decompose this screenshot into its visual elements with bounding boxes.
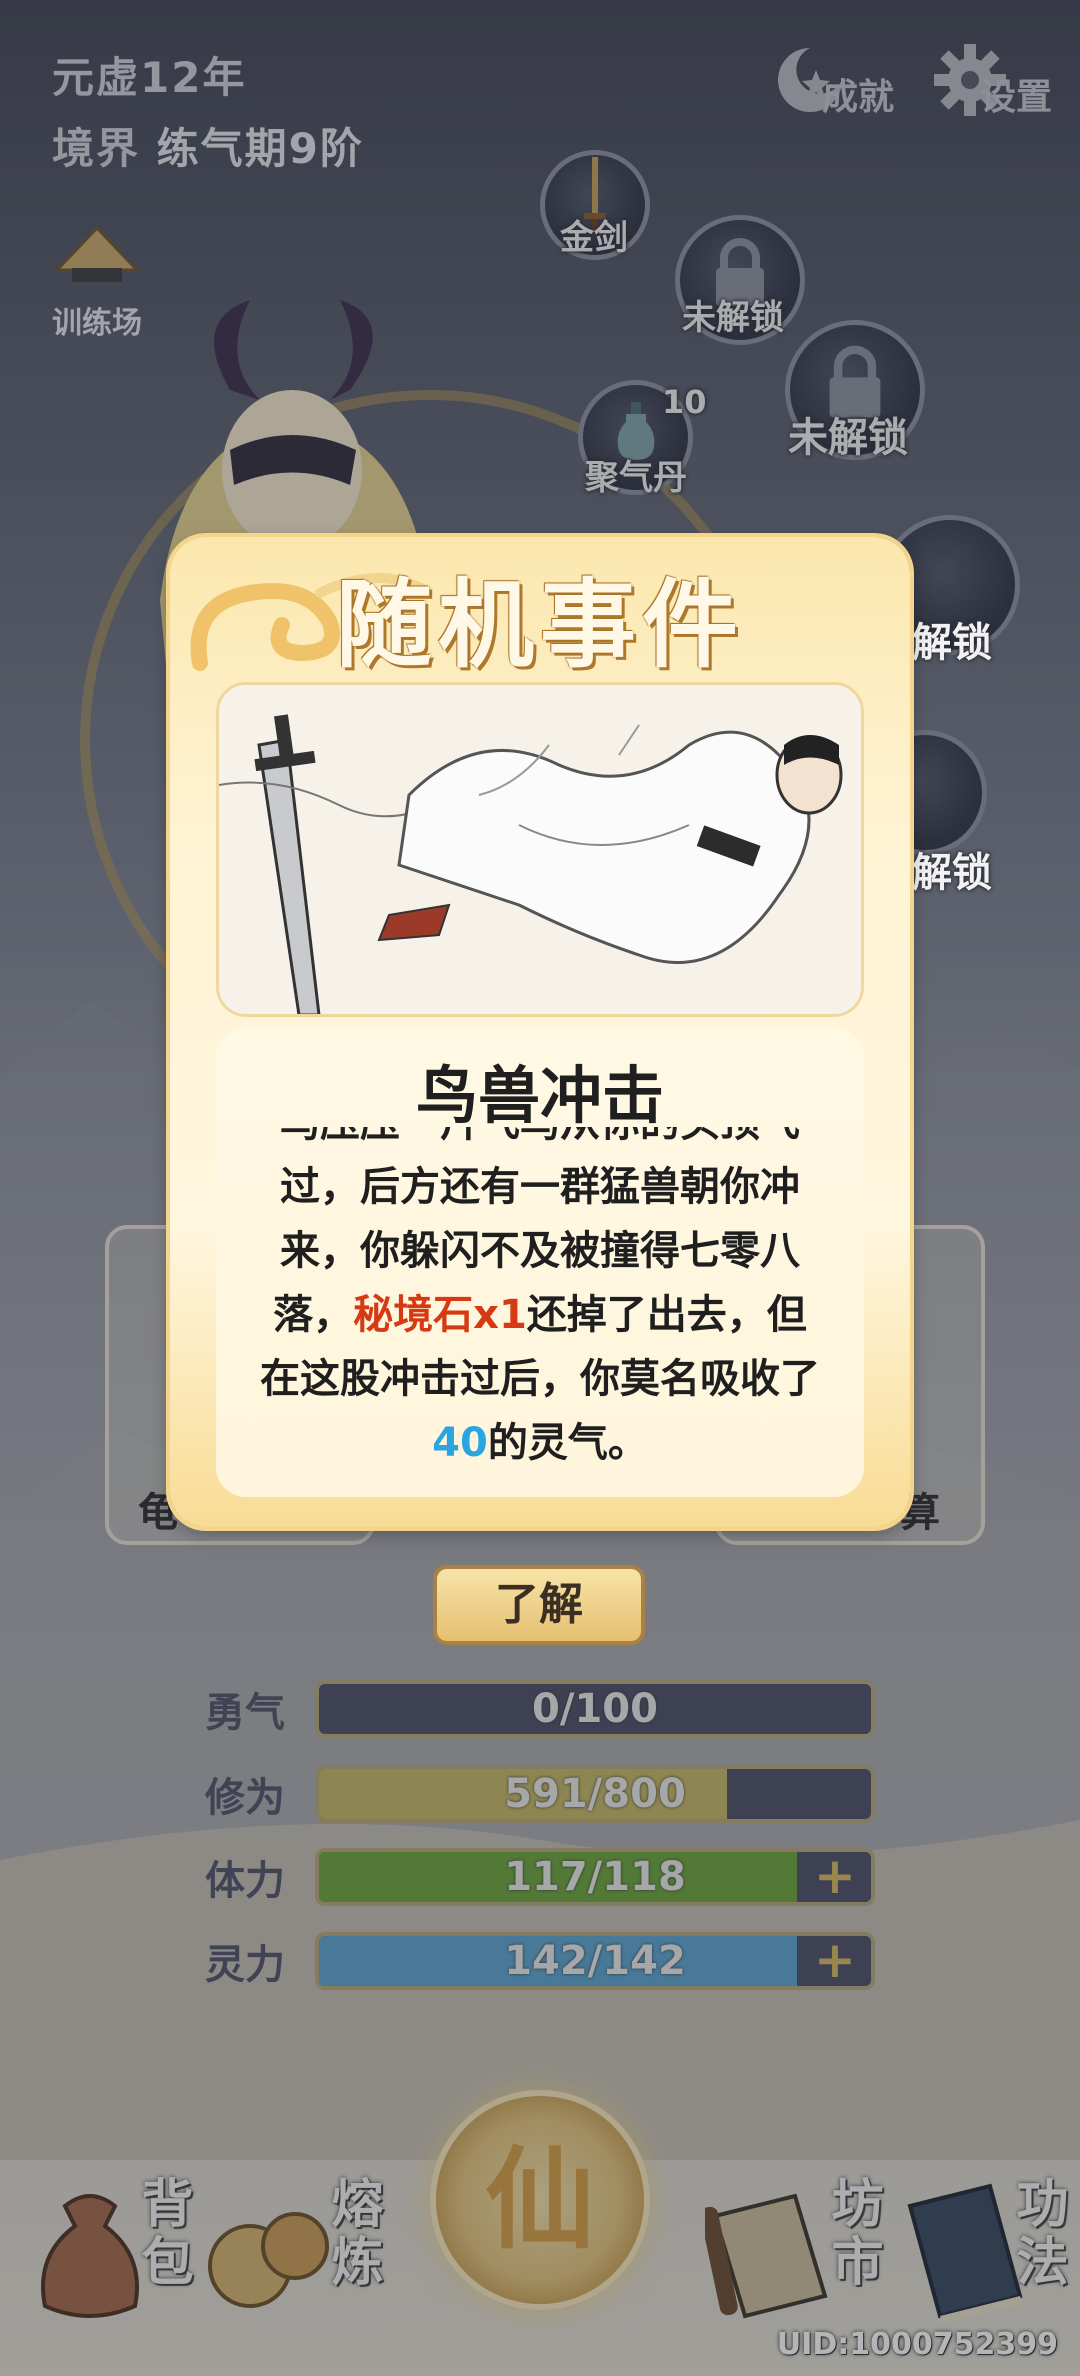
- confirm-button[interactable]: 了解: [433, 1565, 645, 1645]
- event-body-line-2: 来，你躲闪不及被撞得七零八: [280, 1228, 800, 1274]
- event-illustration: [216, 682, 864, 1017]
- random-event-dialog: 随机事件 鸟兽冲击 鸟压压一片飞鸟从你的头顶飞 过，后方还有一群猛兽朝你冲 来，…: [170, 537, 910, 1527]
- event-body-line-5: 40的灵气。: [238, 1411, 842, 1475]
- event-spirit-amount: 40: [432, 1420, 488, 1466]
- locked-label-3: 解锁: [912, 620, 992, 666]
- event-body-line-3-post: 还掉了出去，但: [526, 1292, 807, 1338]
- locked-label-4: 解锁: [912, 850, 992, 896]
- event-description: 鸟压压一片飞鸟从你的头顶飞 过，后方还有一群猛兽朝你冲 来，你躲闪不及被撞得七零…: [238, 1127, 842, 1475]
- event-body-hidden-line: 鸟压压一片飞鸟从你的头顶飞: [238, 1127, 842, 1155]
- dialog-title: 随机事件: [336, 568, 744, 681]
- event-name: 鸟兽冲击: [415, 1059, 664, 1132]
- event-body-line-1: 过，后方还有一群猛兽朝你冲: [280, 1164, 800, 1210]
- event-body-line-5-post: 的灵气。: [487, 1420, 648, 1466]
- event-body-line-3-pre: 落，: [273, 1292, 354, 1338]
- event-text-card: 鸟兽冲击 鸟压压一片飞鸟从你的头顶飞 过，后方还有一群猛兽朝你冲 来，你躲闪不及…: [216, 1027, 864, 1497]
- event-body-line-4: 在这股冲击过后，你莫名吸收了: [260, 1356, 820, 1402]
- event-item-reward: 秘境石x1: [353, 1292, 527, 1338]
- event-body-line-3: 落，秘境石x1还掉了出去，但: [238, 1283, 842, 1347]
